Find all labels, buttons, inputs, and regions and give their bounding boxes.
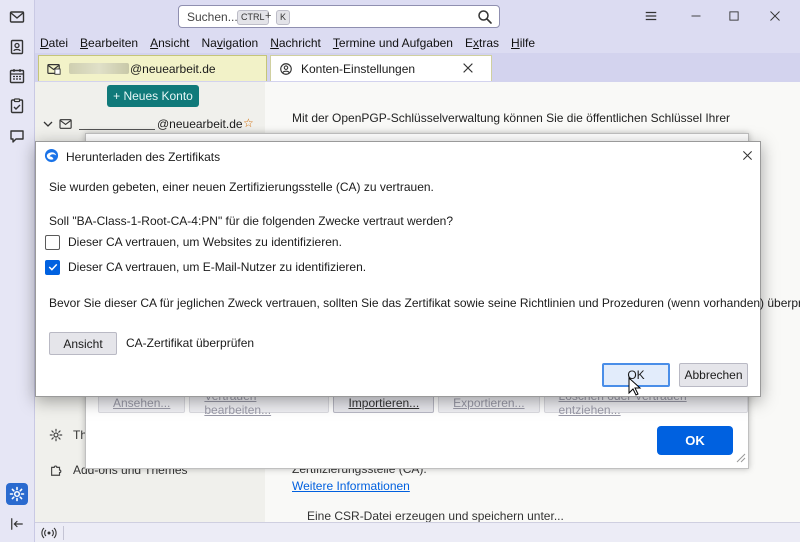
download-certificate-dialog: Herunterladen des Zertifikats Sie wurden… <box>35 141 800 397</box>
close-window-button[interactable] <box>766 7 784 25</box>
online-status-icon[interactable] <box>41 525 57 541</box>
dialog-close-button[interactable] <box>739 147 755 163</box>
close-tab-icon[interactable] <box>461 61 475 75</box>
search-icon[interactable] <box>477 9 493 25</box>
resize-grip-icon[interactable] <box>736 453 746 463</box>
global-search-input[interactable]: Suchen... CTRL + K <box>178 5 500 28</box>
dialog-title: Herunterladen des Zertifikats <box>66 150 221 164</box>
shortcut-plus: + <box>265 10 272 22</box>
more-info-link[interactable]: Weitere Informationen <box>292 479 410 493</box>
close-icon <box>770 11 780 21</box>
view-certificate-label: CA-Zertifikat überprüfen <box>126 336 255 350</box>
minimize-icon <box>691 15 701 17</box>
dialog-intro: Sie wurden gebeten, einer neuen Zertifiz… <box>49 180 434 194</box>
menu-item-4[interactable]: Nachricht <box>270 36 327 50</box>
hamburger-icon <box>645 11 657 21</box>
csr-description: Eine CSR-Datei erzeugen und speichern un… <box>307 509 564 523</box>
account-label: @neuearbeit.de <box>157 117 243 131</box>
tab-mail-account-label: @neuearbeit.de <box>130 61 216 76</box>
gear-icon <box>49 428 63 442</box>
chat-button[interactable] <box>6 125 28 147</box>
mail-account-icon <box>47 63 61 75</box>
collapse-spaces-button[interactable] <box>6 513 28 535</box>
dialog-warning: Bevor Sie dieser CA für jeglichen Zweck … <box>49 296 800 310</box>
account-tree-item[interactable]: @neuearbeit.de ☆ <box>43 115 263 133</box>
certificate-manager-ok-button[interactable]: OK <box>657 426 733 455</box>
chat-icon <box>10 130 24 143</box>
checkmark-icon <box>48 263 57 271</box>
calendar-button[interactable] <box>6 65 28 87</box>
trust-websites-checkbox-row[interactable]: Dieser CA vertrauen, um Websites zu iden… <box>45 233 342 251</box>
account-settings-icon <box>280 62 292 75</box>
tab-mail-account[interactable]: @neuearbeit.de <box>38 55 267 81</box>
mail-icon <box>9 11 25 23</box>
tab-account-settings-label: Konten-Einstellungen <box>301 61 416 76</box>
new-account-button[interactable]: + Neues Konto <box>107 85 199 107</box>
menu-item-3[interactable]: Navigation <box>201 36 264 50</box>
spaces-toolbar <box>0 0 35 542</box>
themes-item[interactable]: Th <box>49 428 87 442</box>
tab-bar: @neuearbeit.de Konten-Einstellungen <box>35 55 800 82</box>
maximize-button[interactable] <box>725 7 743 25</box>
trust-websites-checkbox[interactable] <box>45 234 60 250</box>
collapse-left-icon <box>11 518 23 530</box>
openpgp-description: Mit der OpenPGP-Schlüsselverwaltung könn… <box>292 111 731 125</box>
redacted-username <box>69 63 129 74</box>
thunderbird-logo-icon <box>44 148 59 163</box>
minimize-button[interactable] <box>687 7 705 25</box>
search-placeholder: Suchen... <box>187 10 238 24</box>
settings-button[interactable] <box>6 483 28 505</box>
menu-item-5[interactable]: Termine und Aufgaben <box>333 36 459 50</box>
mail-account-icon <box>59 119 72 129</box>
trust-websites-label[interactable]: Dieser CA vertrauen, um Websites zu iden… <box>68 235 342 249</box>
status-separator <box>63 526 64 540</box>
tasks-button[interactable] <box>6 95 28 117</box>
tasks-icon <box>10 98 24 114</box>
gear-icon <box>9 486 25 502</box>
address-book-button[interactable] <box>6 36 28 58</box>
menu-item-2[interactable]: Ansicht <box>150 36 195 50</box>
menu-item-6[interactable]: Extras <box>465 36 505 50</box>
mail-space-button[interactable] <box>6 6 28 28</box>
dialog-question: Soll "BA-Class-1-Root-CA-4:PN" für die f… <box>49 214 454 228</box>
mouse-cursor-icon <box>628 377 642 396</box>
trust-email-checkbox[interactable] <box>45 259 60 275</box>
menu-item-0[interactable]: Datei <box>40 36 74 50</box>
trust-email-checkbox-row[interactable]: Dieser CA vertrauen, um E-Mail-Nutzer zu… <box>45 258 366 276</box>
puzzle-icon <box>51 465 62 476</box>
tab-account-settings[interactable]: Konten-Einstellungen <box>270 55 492 81</box>
shortcut-k-key: K <box>276 10 291 25</box>
shortcut-ctrl-key: CTRL <box>237 10 269 25</box>
app-menu-button[interactable] <box>642 7 660 25</box>
calendar-icon <box>9 69 25 84</box>
address-book-icon <box>10 39 24 55</box>
title-bar: Suchen... CTRL + K <box>35 0 800 33</box>
default-account-star-icon: ☆ <box>243 116 254 130</box>
menu-item-1[interactable]: Bearbeiten <box>80 36 144 50</box>
menu-item-7[interactable]: Hilfe <box>511 36 541 50</box>
close-icon <box>742 150 752 160</box>
maximize-icon <box>729 11 739 21</box>
status-bar <box>35 522 800 542</box>
trust-email-label[interactable]: Dieser CA vertrauen, um E-Mail-Nutzer zu… <box>68 260 366 274</box>
cancel-button[interactable]: Abbrechen <box>679 363 748 387</box>
view-certificate-button[interactable]: Ansicht <box>49 332 117 355</box>
dialog-title-bar: Herunterladen des Zertifikats <box>36 142 760 170</box>
chevron-down-icon[interactable] <box>43 119 53 129</box>
menu-bar: Datei Bearbeiten Ansicht Navigation Nachrich… <box>35 33 800 53</box>
redacted-username <box>79 128 155 130</box>
